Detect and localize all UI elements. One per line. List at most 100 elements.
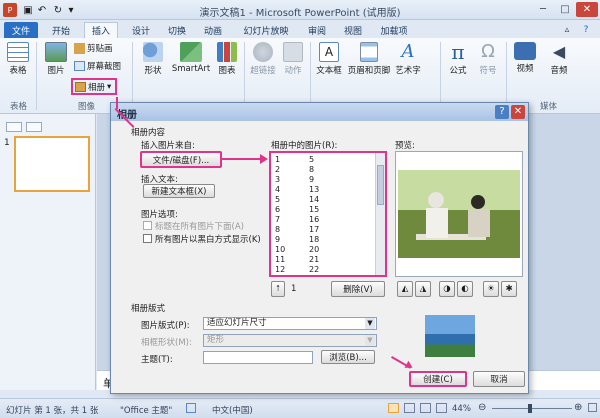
list-scrollbar[interactable] bbox=[375, 153, 385, 275]
symbol-button[interactable]: Ω 符号 bbox=[474, 41, 502, 77]
table-button[interactable]: 表格 bbox=[4, 42, 32, 76]
theme-input[interactable] bbox=[203, 351, 313, 364]
tab-home[interactable]: 开始 bbox=[44, 22, 78, 38]
preview-box bbox=[395, 151, 523, 277]
zoom-in-icon[interactable]: ⊕ bbox=[574, 402, 582, 413]
list-item[interactable]: 4 13 bbox=[273, 185, 373, 195]
zoom-slider-thumb[interactable] bbox=[528, 404, 532, 413]
list-item-index: 10 bbox=[275, 245, 286, 254]
rotate-left-button[interactable]: ◭ bbox=[397, 281, 413, 297]
tab-review[interactable]: 审阅 bbox=[302, 22, 332, 38]
slide-sorter-icon[interactable] bbox=[404, 403, 415, 413]
action-icon bbox=[283, 42, 303, 62]
outline-tab-icon[interactable] bbox=[26, 122, 42, 132]
brightness-up-button[interactable]: ☀ bbox=[483, 281, 499, 297]
help-icon[interactable]: ? bbox=[495, 105, 509, 119]
tab-slideshow[interactable]: 幻灯片放映 bbox=[234, 22, 298, 38]
tab-file[interactable]: 文件 bbox=[4, 22, 38, 38]
list-item[interactable]: 12 22 bbox=[273, 265, 373, 275]
hyperlink-button[interactable]: 超链接 bbox=[248, 42, 278, 76]
reading-view-icon[interactable] bbox=[420, 403, 431, 413]
list-item-index: 1 bbox=[275, 155, 281, 164]
slideshow-view-icon[interactable] bbox=[436, 403, 447, 413]
rotate-left-icon: ◭ bbox=[401, 284, 409, 294]
textbox-button[interactable]: A 文本框 bbox=[314, 42, 344, 76]
slides-tab-icon[interactable] bbox=[6, 122, 22, 132]
language[interactable]: 中文(中国) bbox=[212, 404, 253, 416]
shapes-button[interactable]: 形状 bbox=[138, 42, 168, 76]
caption-below-checkbox[interactable] bbox=[143, 221, 152, 230]
list-item[interactable]: 11 21 bbox=[273, 255, 373, 265]
smartart-icon bbox=[180, 42, 202, 62]
slide-thumbnail[interactable] bbox=[14, 136, 90, 192]
tab-design[interactable]: 设计 bbox=[124, 22, 158, 38]
delete-button[interactable]: 删除(V) bbox=[331, 281, 385, 297]
move-up-button[interactable]: ⭡ bbox=[271, 281, 285, 297]
chevron-down-icon: ▾ bbox=[107, 81, 112, 92]
video-button[interactable]: 视频 bbox=[510, 42, 540, 74]
list-item[interactable]: 10 20 bbox=[273, 245, 373, 255]
maximize-icon[interactable]: □ bbox=[554, 2, 576, 17]
action-button[interactable]: 动作 bbox=[280, 42, 306, 76]
audio-button[interactable]: ◀ 音频 bbox=[544, 42, 574, 76]
picture-button[interactable]: 图片 bbox=[42, 42, 70, 76]
list-item-index: 8 bbox=[275, 225, 281, 234]
cancel-button[interactable]: 取消 bbox=[473, 371, 525, 387]
all-bw-checkbox[interactable] bbox=[143, 234, 152, 243]
list-item[interactable]: 5 14 bbox=[273, 195, 373, 205]
minimize-icon[interactable]: ─ bbox=[532, 2, 554, 17]
headerfooter-button[interactable]: 页眉和页脚 bbox=[346, 42, 392, 76]
clipart-button[interactable]: 剪贴画 bbox=[74, 42, 113, 54]
tab-view[interactable]: 视图 bbox=[338, 22, 368, 38]
help-icon[interactable]: ? bbox=[578, 22, 594, 38]
slide-number: 1 bbox=[4, 138, 10, 148]
table-label: 表格 bbox=[9, 66, 27, 76]
list-item[interactable]: 7 16 bbox=[273, 215, 373, 225]
album-button[interactable]: 相册 ▾ bbox=[71, 78, 117, 95]
tab-insert[interactable]: 插入 bbox=[84, 22, 118, 38]
wordart-button[interactable]: A 艺术字 bbox=[394, 42, 422, 77]
list-item-index: 9 bbox=[275, 235, 281, 244]
list-scrollbar-thumb[interactable] bbox=[377, 165, 384, 205]
list-item[interactable]: 39 bbox=[273, 175, 373, 185]
tab-transitions[interactable]: 切换 bbox=[160, 22, 194, 38]
picture-layout-select[interactable]: 适应幻灯片尺寸 ▼ bbox=[203, 317, 377, 330]
zoom-level[interactable]: 44% bbox=[452, 404, 471, 414]
normal-view-icon[interactable] bbox=[388, 403, 399, 413]
annotation-arrow bbox=[222, 158, 264, 160]
chart-button[interactable]: 图表 bbox=[214, 42, 240, 76]
omega-icon: Ω bbox=[481, 41, 495, 62]
frame-shape-value: 矩形 bbox=[207, 335, 225, 345]
list-item[interactable]: 15 bbox=[273, 155, 373, 165]
contrast-up-button[interactable]: ◑ bbox=[439, 281, 455, 297]
spell-check-icon[interactable] bbox=[186, 403, 196, 413]
tab-animations[interactable]: 动画 bbox=[196, 22, 230, 38]
album-picture-list[interactable]: 1 5 2 8 3 9 4 13 5 14 6 15 7 16 8 17 9 18 10 20 11 21 12 22 bbox=[269, 151, 387, 277]
contrast-down-button[interactable]: ◐ bbox=[457, 281, 473, 297]
textbox-icon: A bbox=[319, 42, 339, 62]
create-button[interactable]: 创建(C) bbox=[409, 371, 467, 387]
close-icon[interactable]: ✕ bbox=[576, 2, 598, 17]
close-icon[interactable]: ✕ bbox=[511, 105, 525, 119]
list-item[interactable]: 6 15 bbox=[273, 205, 373, 215]
brightness-down-button[interactable]: ✱ bbox=[501, 281, 517, 297]
screenshot-button[interactable]: 屏幕截图 bbox=[74, 60, 121, 72]
list-item-index: 3 bbox=[275, 175, 281, 184]
browse-button[interactable]: 浏览(B)... bbox=[321, 350, 375, 364]
fit-to-window-icon[interactable] bbox=[588, 403, 597, 412]
file-disk-button[interactable]: 文件/磁盘(F)... bbox=[140, 151, 222, 168]
new-textbox-button[interactable]: 新建文本框(X) bbox=[143, 184, 215, 198]
zoom-out-icon[interactable]: ⊖ bbox=[478, 402, 486, 413]
list-item[interactable]: 28 bbox=[273, 165, 373, 175]
equation-button[interactable]: π 公式 bbox=[444, 42, 472, 76]
list-item[interactable]: 8 17 bbox=[273, 225, 373, 235]
frame-shape-select[interactable]: 矩形 ▼ bbox=[203, 334, 377, 347]
minimize-ribbon-icon[interactable]: ▵ bbox=[560, 22, 574, 38]
list-item[interactable]: 9 18 bbox=[273, 235, 373, 245]
smartart-button[interactable]: SmartArt bbox=[170, 42, 212, 74]
picture-layout-value: 适应幻灯片尺寸 bbox=[207, 318, 267, 328]
zoom-slider[interactable] bbox=[492, 408, 572, 409]
rotate-right-button[interactable]: ◮ bbox=[415, 281, 431, 297]
tab-addins[interactable]: 加载项 bbox=[372, 22, 416, 38]
list-item-picture-name: 5 bbox=[309, 155, 315, 164]
